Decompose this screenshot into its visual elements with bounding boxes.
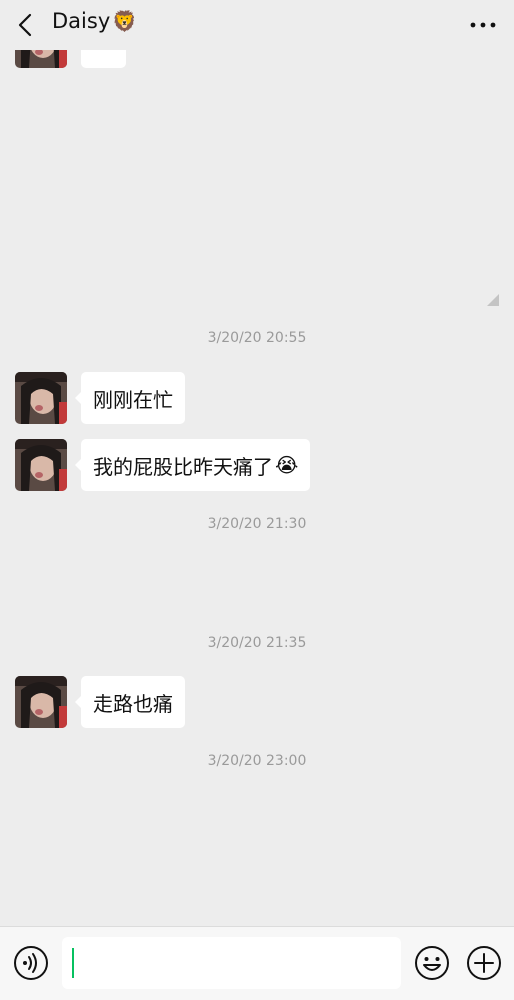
chat-title: Daisy 🦁 <box>52 9 137 33</box>
message-text: 走路也痛 <box>93 691 173 716</box>
message-bubble[interactable]: 走路也痛 <box>75 676 185 728</box>
emoji-icon[interactable] <box>414 945 450 981</box>
message-bubble[interactable]: 刚刚在忙 <box>75 372 185 424</box>
resize-handle-icon <box>487 294 499 306</box>
message-list[interactable]: 3/20/20 20:55 刚刚在忙 我的屁股比昨天痛了 😭 3/20/20 2… <box>0 50 514 926</box>
timestamp: 3/20/20 21:30 <box>207 516 307 532</box>
lion-emoji-icon: 🦁 <box>112 9 138 33</box>
input-bar <box>0 926 514 1000</box>
contact-avatar[interactable] <box>15 439 67 491</box>
message-text: 我的屁股比昨天痛了 <box>93 454 273 479</box>
back-icon[interactable] <box>10 8 42 42</box>
message-bubble[interactable]: 我的屁股比昨天痛了 😭 <box>74 439 311 491</box>
chat-header: Daisy 🦁 <box>0 0 514 50</box>
contact-avatar[interactable] <box>15 372 67 424</box>
message-input[interactable] <box>62 937 401 989</box>
timestamp: 3/20/20 20:55 <box>207 330 307 346</box>
timestamp: 3/20/20 23:00 <box>207 753 307 769</box>
plus-icon[interactable] <box>466 945 502 981</box>
voice-icon[interactable] <box>13 945 49 981</box>
ellipsis-icon[interactable] <box>466 10 500 40</box>
contact-avatar[interactable] <box>15 50 67 68</box>
chat-title-text: Daisy <box>52 9 111 33</box>
message-text: 刚刚在忙 <box>93 387 173 412</box>
contact-avatar[interactable] <box>15 676 67 728</box>
message-bubble-partial[interactable] <box>81 50 126 68</box>
crying-emoji-icon: 😭 <box>275 453 299 477</box>
text-caret <box>72 948 74 978</box>
timestamp: 3/20/20 21:35 <box>207 635 307 651</box>
